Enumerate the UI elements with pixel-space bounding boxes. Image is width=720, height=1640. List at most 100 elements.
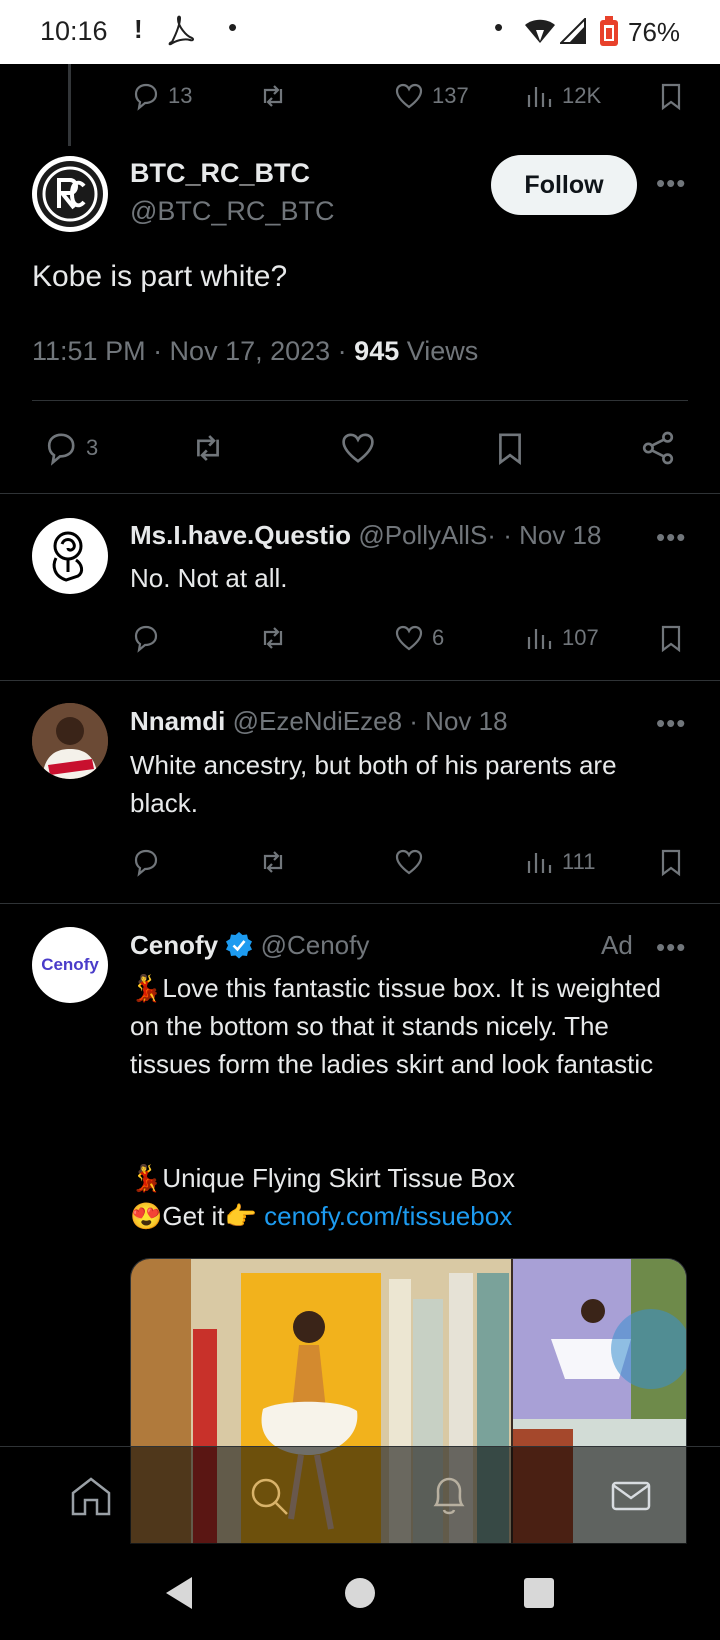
more-options-icon[interactable]: •••: [656, 708, 686, 739]
bookmark-icon: [661, 625, 681, 653]
bookmark-icon: [661, 83, 681, 111]
like-button[interactable]: [394, 840, 424, 884]
tweet-views-label: Views: [399, 336, 479, 366]
reply-text: No. Not at all.: [130, 563, 288, 593]
reply-count: 13: [168, 83, 193, 108]
like-count: 137: [432, 83, 469, 108]
reply-date[interactable]: · Nov 18: [496, 520, 601, 550]
reply-actions: 6 107: [0, 616, 720, 660]
avatar-sketch-icon: [52, 531, 84, 582]
reply-button[interactable]: [130, 840, 160, 884]
battery-percent: 76%: [628, 17, 681, 47]
notifications-icon[interactable]: [426, 1473, 472, 1519]
reply-text: White ancestry, but both of his parents …: [130, 750, 617, 818]
heart-icon: [395, 625, 423, 651]
retweet-button[interactable]: [258, 74, 288, 118]
bookmark-button[interactable]: [492, 426, 528, 470]
ad-text: 💃Love this fantastic tissue box. It is w…: [130, 973, 661, 1079]
bottom-nav: [0, 1446, 720, 1546]
heart-icon: [342, 433, 374, 463]
tweet-timestamp[interactable]: 11:51 PM · Nov 17, 2023 ·: [32, 336, 354, 366]
dot-icon: •: [228, 12, 238, 42]
analytics-icon: [527, 629, 552, 649]
status-bar: 10:16 ! • • 76%: [0, 0, 720, 64]
divider: [0, 903, 720, 904]
more-options-icon[interactable]: •••: [656, 168, 686, 199]
like-button[interactable]: [340, 426, 376, 470]
system-nav-bar: [0, 1546, 720, 1640]
ad-header: Cenofy @Cenofy: [130, 930, 369, 966]
battery-icon: [598, 16, 620, 55]
retweet-icon: [197, 435, 219, 461]
ad-cta-text: 😍Get it👉: [130, 1201, 265, 1231]
signal-icon: [558, 16, 586, 51]
reply-icon: [134, 83, 158, 111]
views-button[interactable]: 111: [524, 840, 595, 884]
rc-logo-icon: [37, 161, 103, 227]
messages-icon[interactable]: [608, 1473, 654, 1519]
retweet-button[interactable]: [258, 616, 288, 660]
follow-button[interactable]: Follow: [491, 155, 637, 215]
avatar[interactable]: [32, 518, 108, 594]
display-name[interactable]: BTC_RC_BTC: [130, 158, 310, 189]
alert-icon: !: [134, 14, 143, 44]
reply-button[interactable]: [130, 616, 160, 660]
views-count: 111: [562, 849, 596, 874]
pdf-icon: [166, 14, 196, 55]
back-icon[interactable]: [164, 1576, 194, 1610]
handle[interactable]: @EzeNdiEze8: [233, 706, 402, 736]
reply-button[interactable]: 13: [130, 74, 192, 118]
reply-icon: [134, 849, 158, 877]
like-button[interactable]: 137: [394, 74, 469, 118]
analytics-icon: [527, 87, 552, 107]
avatar[interactable]: [32, 156, 108, 232]
avatar[interactable]: [32, 703, 108, 779]
reply-button[interactable]: 3: [42, 426, 98, 470]
avatar[interactable]: Cenofy: [32, 927, 108, 1003]
like-button[interactable]: 6: [394, 616, 444, 660]
prev-tweet-actions: 13 137 12K: [0, 74, 720, 118]
handle[interactable]: @Cenofy: [261, 930, 370, 960]
ad-link[interactable]: cenofy.com/tissuebox: [264, 1201, 512, 1231]
share-button[interactable]: [640, 426, 676, 470]
views-button[interactable]: 12K: [524, 74, 601, 118]
reply-header: Ms.I.have.Questio @PollyAllS· · Nov 18: [130, 520, 601, 551]
display-name[interactable]: Nnamdi: [130, 706, 225, 736]
recents-icon[interactable]: [524, 1578, 554, 1608]
bookmark-icon: [661, 849, 681, 877]
reply-date[interactable]: · Nov 18: [402, 706, 507, 736]
heart-icon: [395, 83, 423, 109]
bookmark-button[interactable]: [656, 74, 686, 118]
divider: [0, 493, 720, 494]
views-count: 107: [562, 625, 599, 650]
reply-icon: [47, 433, 75, 466]
retweet-icon: [263, 627, 283, 649]
home-circle-icon[interactable]: [344, 1577, 376, 1609]
display-name[interactable]: Ms.I.have.Questio: [130, 520, 351, 550]
retweet-button[interactable]: [190, 426, 226, 470]
home-icon[interactable]: [68, 1473, 114, 1519]
ad-label: Ad: [601, 930, 633, 960]
ad-text-line2: 💃Unique Flying Skirt Tissue Box: [130, 1163, 515, 1193]
ad-text-line3: 😍Get it👉 cenofy.com/tissuebox: [130, 1197, 690, 1235]
views-button[interactable]: 107: [524, 616, 599, 660]
bookmark-button[interactable]: [656, 616, 686, 660]
more-options-icon[interactable]: •••: [656, 932, 686, 963]
retweet-icon: [263, 851, 283, 873]
handle[interactable]: @PollyAllS·: [358, 520, 496, 550]
share-icon: [642, 431, 674, 465]
handle[interactable]: @BTC_RC_BTC: [130, 196, 334, 227]
retweet-button[interactable]: [258, 840, 288, 884]
status-time: 10:16: [40, 16, 108, 46]
retweet-icon: [263, 85, 283, 107]
display-name[interactable]: Cenofy: [130, 930, 218, 960]
analytics-icon: [527, 853, 552, 873]
reply-icon: [134, 625, 158, 653]
bookmark-icon: [499, 433, 521, 466]
more-options-icon[interactable]: •••: [656, 522, 686, 553]
tweet-views-count: 945: [354, 336, 400, 366]
bookmark-button[interactable]: [656, 840, 686, 884]
search-icon[interactable]: [246, 1473, 292, 1519]
heart-icon: [395, 849, 423, 875]
divider: [32, 400, 688, 401]
